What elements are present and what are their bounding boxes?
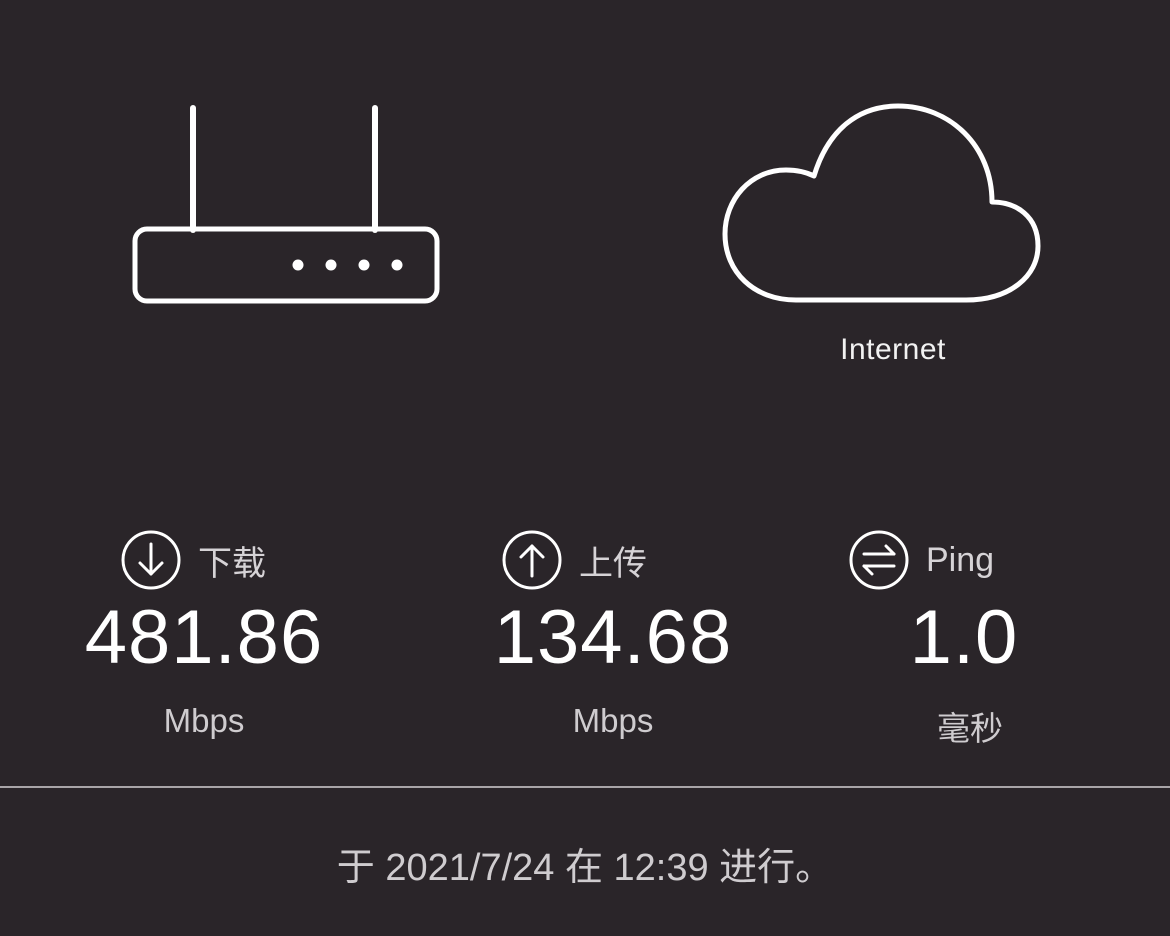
download-unit: Mbps [163, 702, 245, 739]
upload-metric: 上传 134.68 Mbps [453, 528, 773, 758]
upload-value: 134.68 [493, 595, 733, 680]
ping-label: Ping [926, 540, 995, 579]
ping-unit: 毫秒 [937, 710, 1003, 747]
upload-header: 上传 [501, 528, 647, 592]
download-header: 下载 [120, 528, 266, 592]
ping-value: 1.0 [909, 595, 1019, 680]
arrow-up-circle-icon [502, 530, 562, 590]
arrow-down-circle-icon [121, 530, 181, 590]
swap-arrows-circle-icon [849, 530, 909, 590]
ping-metric: Ping 1.0 毫秒 [804, 528, 1124, 758]
upload-unit: Mbps [572, 702, 654, 739]
test-timestamp: 于 2021/7/24 在 12:39 进行。 [336, 847, 834, 889]
download-metric: 下载 481.86 Mbps [44, 528, 364, 758]
network-topology: Internet [0, 0, 1170, 420]
cloud-icon [722, 103, 1041, 303]
download-value: 481.86 [84, 595, 324, 680]
ping-header: Ping [848, 528, 994, 592]
internet-label: Internet [840, 333, 946, 366]
download-label: 下载 [198, 544, 266, 583]
wifi-router-icon [132, 105, 440, 304]
divider [0, 786, 1170, 788]
upload-label: 上传 [579, 544, 647, 583]
